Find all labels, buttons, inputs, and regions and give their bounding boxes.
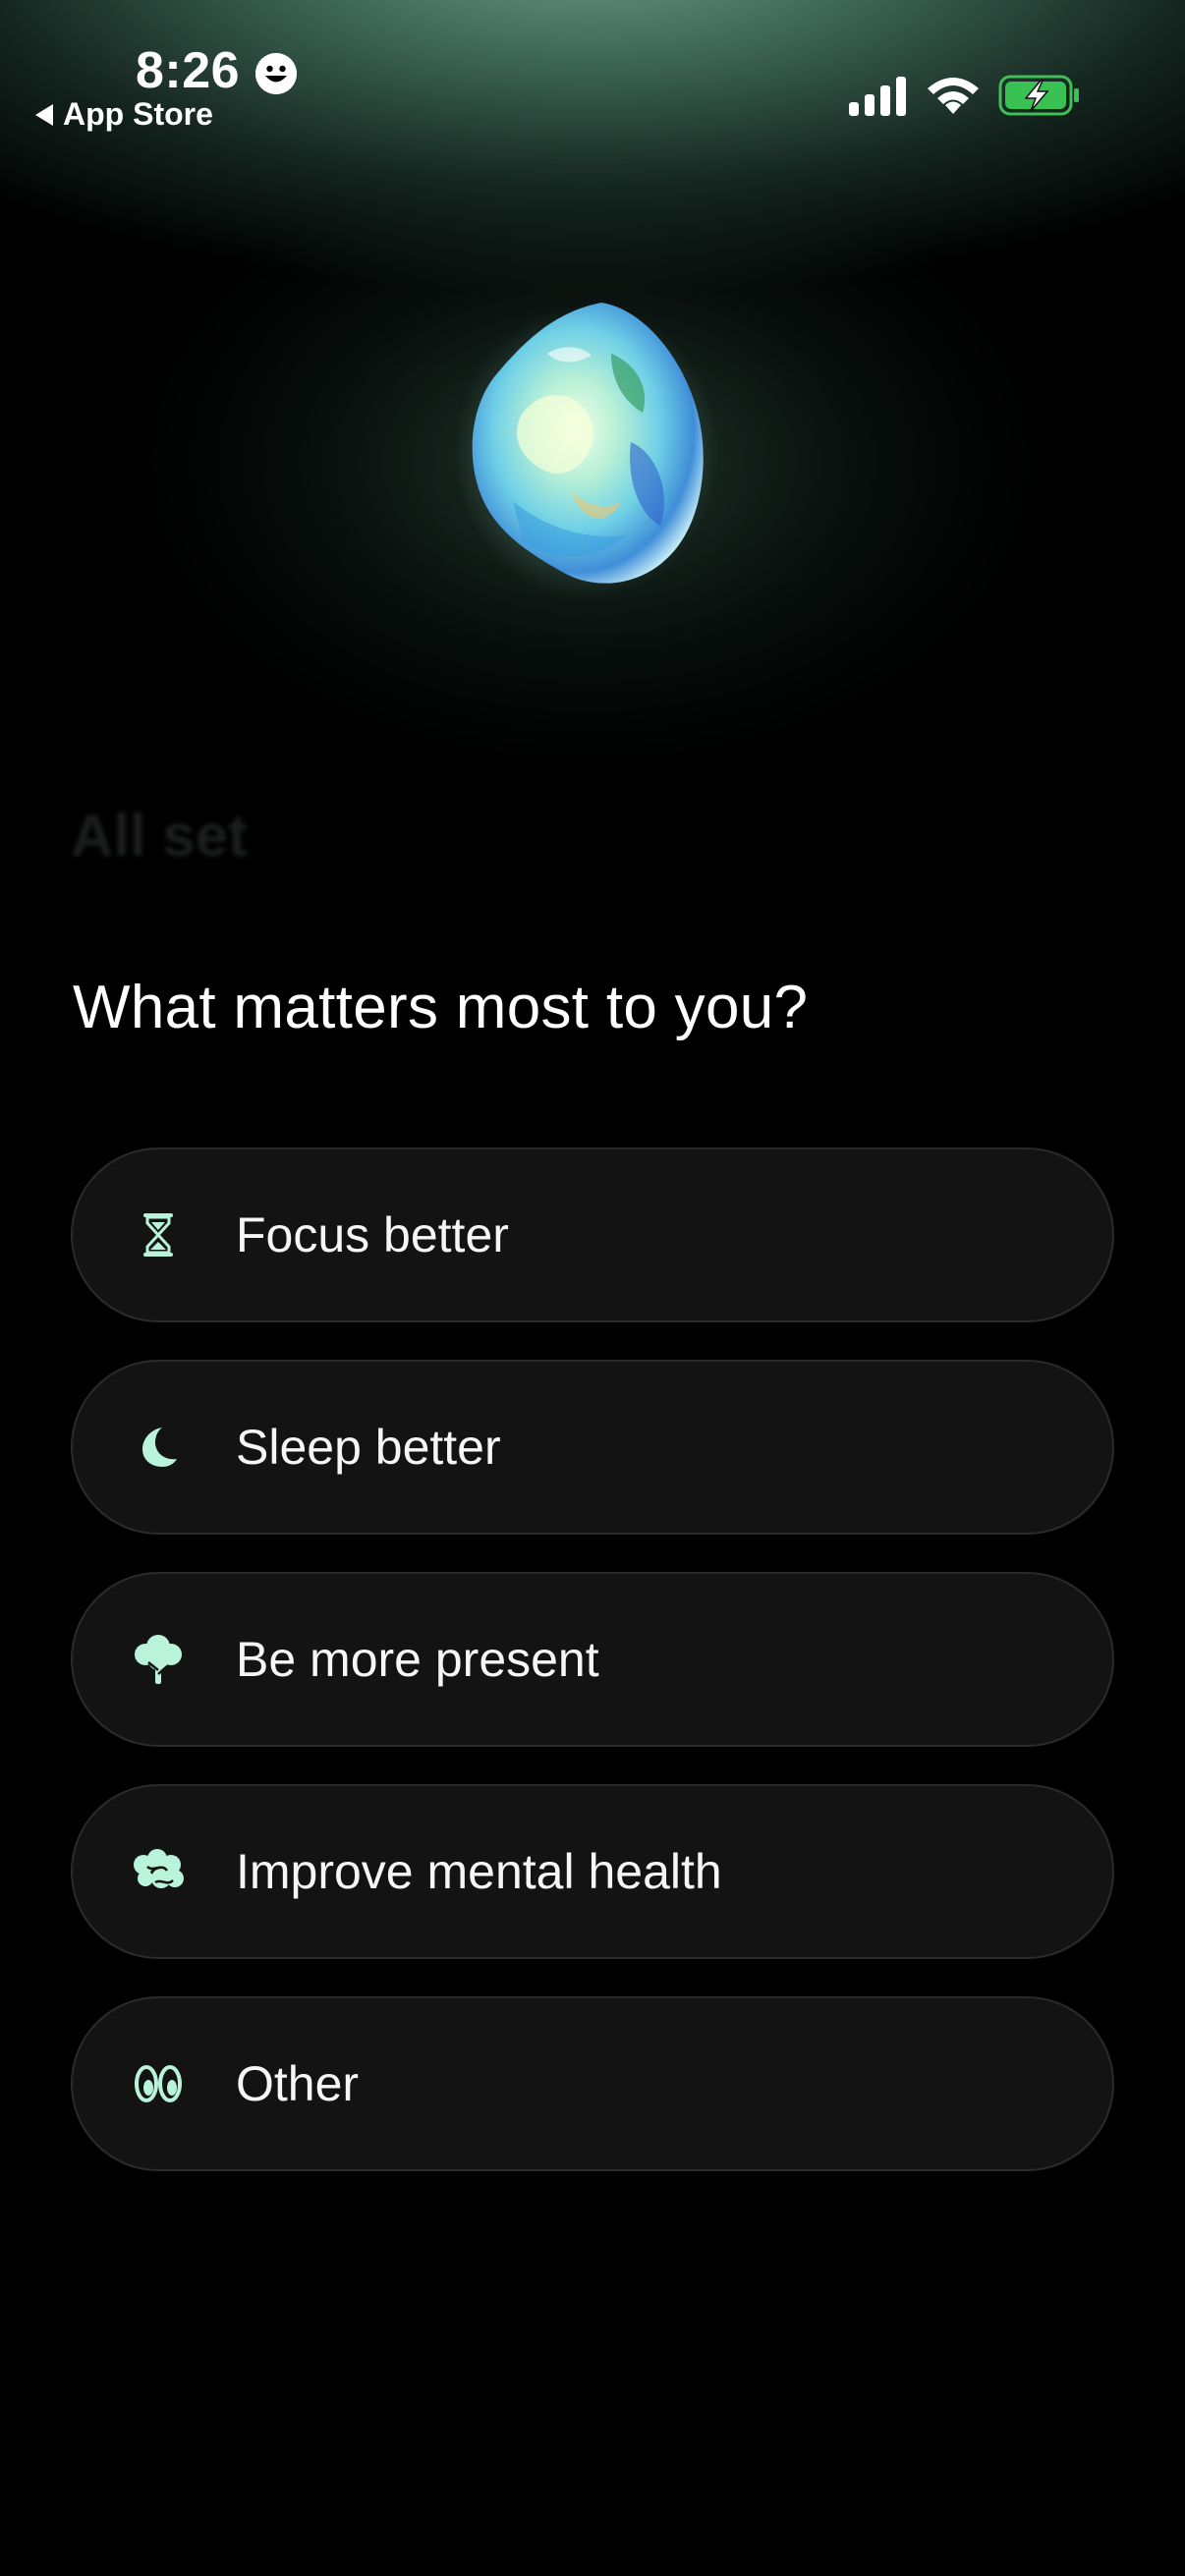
status-bar: 8:26 App Store [0, 0, 1185, 147]
status-time: 8:26 [136, 42, 241, 99]
wifi-icon [928, 78, 979, 114]
smiley-icon [255, 53, 297, 94]
option-label: Focus better [236, 1207, 509, 1262]
option-label: Improve mental health [236, 1844, 722, 1899]
brain-icon [124, 1837, 193, 1906]
option-label: Be more present [236, 1632, 599, 1687]
option-label: Sleep better [236, 1420, 501, 1475]
tree-icon [124, 1625, 193, 1694]
option-other[interactable]: Other [71, 1996, 1114, 2171]
option-focus-better[interactable]: Focus better [71, 1148, 1114, 1322]
eyes-icon [124, 2049, 193, 2118]
hourglass-icon [124, 1201, 193, 1269]
option-sleep-better[interactable]: Sleep better [71, 1360, 1114, 1535]
battery-charging-icon [998, 75, 1079, 116]
back-link-label: App Store [63, 96, 213, 132]
options-list: Focus better Sleep better Be more presen… [71, 1148, 1114, 2209]
back-arrow-icon [35, 103, 53, 126]
option-be-more-present[interactable]: Be more present [71, 1572, 1114, 1747]
moon-icon [124, 1413, 193, 1482]
option-improve-mental-health[interactable]: Improve mental health [71, 1784, 1114, 1959]
option-label: Other [236, 2056, 360, 2111]
cellular-signal-icon [849, 77, 906, 116]
back-to-app-store-link[interactable]: App Store [35, 96, 213, 133]
question-title: What matters most to you? [73, 974, 809, 1041]
onboarding-screen: 8:26 App Store All set What matters most… [0, 0, 1185, 2576]
faded-heading: All set [71, 803, 249, 868]
opal-gem-image [454, 303, 719, 599]
